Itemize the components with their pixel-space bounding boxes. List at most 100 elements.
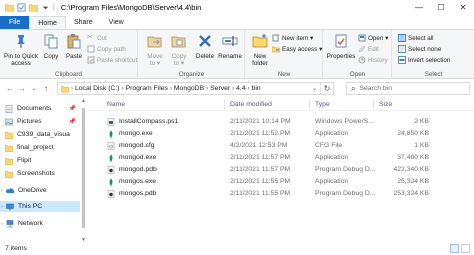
address-bar[interactable]: › Local Disk (C:) › Program Files › Mong… <box>57 82 334 95</box>
pin-icon: 📌 <box>68 106 76 112</box>
nav-item-flipit[interactable]: Flipit <box>0 155 80 166</box>
search-box[interactable]: ⌕ Search bin <box>346 82 470 95</box>
new-folder-button[interactable]: New folder <box>250 33 270 67</box>
breadcrumb-mongodb[interactable]: MongoDB <box>174 85 204 92</box>
window-title: C:\Program Files\MongoDB\Server\4.4\bin <box>60 3 202 12</box>
recent-locations-icon[interactable]: ⌄ <box>28 83 40 95</box>
nav-item-network[interactable]: › Network <box>0 218 80 229</box>
easy-access-button[interactable]: Easy access ▾ <box>272 45 322 53</box>
pin-to-quick-access-button[interactable]: Pin to Quick access <box>3 33 39 67</box>
invert-selection-button[interactable]: Invert selection <box>398 56 450 64</box>
column-headers: Name Date modified Type Size <box>87 98 474 111</box>
maximize-button[interactable]: ☐ <box>430 0 452 15</box>
back-arrow-icon[interactable]: ← <box>4 83 16 95</box>
table-row[interactable]: mongos.exe 2/11/2021 11:55 PM Applicatio… <box>87 177 474 187</box>
mongo-exe-icon <box>109 154 113 162</box>
column-header-type[interactable]: Type <box>315 101 330 108</box>
window-controls: — ☐ ✕ <box>408 0 474 15</box>
address-folder-icon <box>61 85 69 92</box>
open-group: Properties Open ▾ Edit History Open <box>324 30 392 79</box>
checkbox-properties-icon[interactable] <box>17 3 26 12</box>
new-folder-quick-icon[interactable] <box>29 3 38 12</box>
history-button[interactable]: History <box>358 56 388 64</box>
forward-arrow-icon[interactable]: → <box>16 83 28 95</box>
copy-path-button[interactable]: Copy path <box>87 45 126 53</box>
move-to-button[interactable]: Move to ▾ <box>145 33 165 67</box>
rename-button[interactable]: Rename <box>218 33 242 60</box>
tab-share[interactable]: Share <box>66 16 101 29</box>
table-row[interactable]: mongod.exe 2/11/2021 11:57 PM Applicatio… <box>87 153 474 163</box>
paste-icon <box>67 34 81 49</box>
scroll-up-icon[interactable]: ▲ <box>80 98 87 104</box>
delete-button[interactable]: Delete <box>194 33 216 60</box>
select-none-icon <box>398 45 406 53</box>
paste-label: Paste <box>65 53 83 60</box>
paste-shortcut-icon <box>87 56 95 64</box>
column-header-date-modified[interactable]: Date modified <box>230 101 272 108</box>
scrollbar-thumb[interactable] <box>82 108 85 228</box>
ribbon: Pin to Quick access Copy Paste ✂ Cut Cop… <box>0 29 474 79</box>
item-count: 7 items <box>5 245 27 252</box>
nav-item-screenshots[interactable]: Screenshots <box>0 168 80 179</box>
breadcrumb-bin[interactable]: bin <box>252 85 261 92</box>
easy-access-icon <box>272 46 280 53</box>
history-icon <box>358 56 366 64</box>
paste-button[interactable]: Paste <box>63 33 85 60</box>
breadcrumb-4-4[interactable]: 4.4 <box>236 85 245 92</box>
close-button[interactable]: ✕ <box>452 0 474 15</box>
mongo-exe-icon <box>109 130 113 138</box>
pin-icon <box>17 35 25 48</box>
this-pc-icon <box>6 203 14 210</box>
nav-item-this-pc[interactable]: › This PC <box>0 201 80 212</box>
properties-button[interactable]: Properties <box>326 33 356 60</box>
nav-pane-scrollbar[interactable]: ▲ ▼ <box>80 98 87 243</box>
tab-view[interactable]: View <box>101 16 132 29</box>
minimize-button[interactable]: — <box>408 0 430 15</box>
rename-icon <box>222 36 238 46</box>
select-all-button[interactable]: Select all <box>398 34 434 42</box>
customize-dropdown-icon[interactable] <box>41 3 50 12</box>
search-placeholder: Search bin <box>359 85 392 92</box>
address-dropdown-icon[interactable]: ⌄ <box>310 83 319 94</box>
pin-label-line2: access <box>11 60 31 67</box>
refresh-icon[interactable]: ↻ <box>320 83 333 94</box>
new-item-button[interactable]: New item ▾ <box>272 34 313 42</box>
cfg-file-icon <box>107 142 115 150</box>
tab-home[interactable]: Home <box>29 16 66 29</box>
details-view-icon[interactable] <box>450 244 459 253</box>
nav-item-onedrive[interactable]: › OneDrive <box>0 185 80 196</box>
table-row[interactable]: mongos.pdb 2/11/2021 11:55 PM Program De… <box>87 189 474 199</box>
paste-shortcut-button[interactable]: Paste shortcut <box>87 56 137 64</box>
breadcrumb-server[interactable]: Server <box>210 85 230 92</box>
large-icons-view-icon[interactable] <box>461 244 470 253</box>
nav-item-final-project[interactable]: final_project <box>0 142 80 153</box>
tab-file[interactable]: File <box>0 16 30 29</box>
copy-icon <box>44 34 58 49</box>
column-header-name[interactable]: Name <box>107 101 125 108</box>
nav-item-pictures[interactable]: Pictures 📌 <box>0 116 80 127</box>
column-header-size[interactable]: Size <box>379 101 392 108</box>
select-all-icon <box>398 34 406 42</box>
ribbon-tabs: File Home Share View <box>0 15 474 29</box>
table-row[interactable]: mongo.exe 2/11/2021 11:52 PM Application… <box>87 129 474 139</box>
folder-icon <box>5 144 13 152</box>
table-row[interactable]: mongod.cfg 4/2/2021 12:53 PM CFG File 1 … <box>87 141 474 151</box>
edit-button[interactable]: Edit <box>358 45 379 53</box>
breadcrumb-program-files[interactable]: Program Files <box>126 85 168 92</box>
up-arrow-icon[interactable]: ↑ <box>40 83 52 95</box>
breadcrumb-local-disk[interactable]: Local Disk (C:) <box>75 85 120 92</box>
cut-button[interactable]: ✂ Cut <box>87 34 107 42</box>
select-none-button[interactable]: Select none <box>398 45 441 53</box>
table-row[interactable]: InstallCompass.ps1 2/11/2021 10:14 PM Wi… <box>87 117 474 127</box>
folder-app-icon[interactable] <box>5 3 14 12</box>
open-button[interactable]: Open ▾ <box>358 34 388 42</box>
nav-item-c939-data-visua[interactable]: C939_data_visua <box>0 129 80 140</box>
copy-button[interactable]: Copy <box>41 33 61 60</box>
nav-item-documents[interactable]: Documents 📌 <box>0 103 80 114</box>
invert-selection-icon <box>398 56 406 64</box>
copy-to-button[interactable]: Copy to ▾ <box>169 33 189 67</box>
documents-icon <box>5 104 13 113</box>
new-group: New folder New item ▾ Easy access ▾ New <box>246 30 323 79</box>
table-row[interactable]: mongod.pdb 2/11/2021 11:57 PM Program De… <box>87 165 474 175</box>
file-list: Name Date modified Type Size InstallComp… <box>87 98 474 243</box>
